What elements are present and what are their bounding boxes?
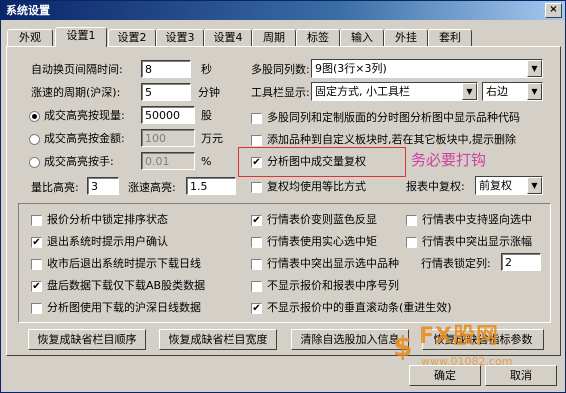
refresh-unit: 秒 (201, 63, 212, 76)
ab-only-label: 盘后数据下载仅下载AB股类数据 (47, 279, 206, 292)
blue-invert-label: 行情表价变则蓝色反显 (267, 213, 377, 226)
clear-watchlist-info-button[interactable]: 清除自选股加入信息 (291, 329, 409, 350)
surge-period-input[interactable]: 5 (141, 83, 191, 101)
watermark-brand: FX股网 (419, 324, 499, 349)
volume-ratio-input[interactable]: 3 (87, 177, 119, 195)
tab-period[interactable]: 周期 (252, 29, 296, 47)
surge-highlight-label: 涨速高亮: (128, 181, 176, 194)
proportional-adjust-label: 复权均使用等比方式 (267, 180, 366, 193)
volume-input[interactable]: 50000 (141, 106, 195, 124)
restore-column-width-button[interactable]: 恢复成缺省栏目宽度 (159, 329, 277, 350)
refresh-label: 自动换页间隔时间: (31, 63, 123, 76)
radio-volume-label: 成交高亮按现量: (44, 109, 125, 122)
chevron-down-icon[interactable]: ▼ (527, 177, 542, 194)
tab-arbitrage[interactable]: 套利 (428, 29, 472, 47)
lock-sort-checkbox[interactable] (31, 215, 42, 226)
restore-column-order-button[interactable]: 恢复成缺省栏目顺序 (28, 329, 146, 350)
solid-select-checkbox[interactable] (251, 237, 262, 248)
watermark-url: www.01082.com (421, 355, 513, 368)
tab-settings3[interactable]: 设置3 (156, 29, 204, 47)
tab-settings4[interactable]: 设置4 (204, 29, 252, 47)
lock-column-label: 行情表锁定列: (421, 257, 491, 270)
tab-appearance[interactable]: 外观 (7, 29, 53, 47)
report-adjust-select[interactable]: 前复权 ▼ (475, 176, 543, 195)
chevron-down-icon[interactable]: ▼ (527, 83, 542, 100)
use-daily-data-label: 分析图使用下载的沪深日线数据 (47, 301, 201, 314)
volume-adjust-checkbox[interactable]: ✔ (251, 157, 262, 168)
tab-settings1[interactable]: 设置1 (55, 27, 107, 47)
radio-hand-label: 成交高亮按手: (44, 155, 114, 168)
use-daily-data-checkbox[interactable] (31, 303, 42, 314)
radio-amount-label: 成交高亮按金额: (44, 132, 125, 145)
highlight-selected-checkbox[interactable] (251, 259, 262, 270)
proportional-adjust-checkbox[interactable] (251, 182, 262, 193)
exit-confirm-label: 退出系统时提示用户确认 (47, 235, 168, 248)
prompt-delete-checkbox[interactable] (251, 135, 262, 146)
cancel-button[interactable]: 取消 (485, 365, 557, 386)
close-icon[interactable]: × (545, 3, 562, 18)
solid-select-label: 行情表使用实心选中矩 (267, 235, 377, 248)
hide-scrollbar-checkbox[interactable]: ✔ (251, 303, 262, 314)
radio-amount[interactable] (29, 134, 40, 145)
report-adjust-label: 报表中复权: (406, 180, 465, 193)
amount-unit: 万元 (201, 132, 223, 145)
highlight-change-label: 行情表中突出显示涨幅 (422, 235, 532, 248)
blue-invert-checkbox[interactable]: ✔ (251, 215, 262, 226)
toolbar-label: 工具栏显示: (251, 86, 310, 99)
highlight-selected-label: 行情表中突出显示选中品种 (267, 257, 399, 270)
tab-settings2[interactable]: 设置2 (108, 29, 156, 47)
chevron-down-icon[interactable]: ▼ (462, 83, 477, 100)
volume-ratio-label: 量比高亮: (31, 181, 79, 194)
multi-stock-select[interactable]: 9图(3行×3列) ▼ (311, 59, 543, 78)
surge-period-label: 涨速的周期(沪深): (31, 86, 121, 99)
refresh-input[interactable]: 8 (141, 60, 191, 78)
radio-volume[interactable] (29, 111, 40, 122)
exit-confirm-checkbox[interactable]: ✔ (31, 237, 42, 248)
title-bar[interactable]: 系统设置 × (1, 1, 565, 20)
hide-serial-label: 不显示报价和报表中序号列 (267, 279, 399, 292)
surge-highlight-input[interactable]: 1.5 (186, 177, 236, 195)
show-code-checkbox[interactable] (251, 113, 262, 124)
surge-period-unit: 分钟 (198, 86, 220, 99)
annotation-text: 务必要打钩 (411, 151, 487, 169)
chevron-down-icon[interactable]: ▼ (527, 60, 542, 77)
toolbar-value: 固定方式, 小工具栏 (315, 85, 410, 98)
ab-only-checkbox[interactable]: ✔ (31, 281, 42, 292)
multi-stock-label: 多股同列数: (251, 63, 310, 76)
radio-hand[interactable] (29, 157, 40, 168)
vertical-select-label: 行情表中支持竖向选中 (422, 213, 532, 226)
hand-input[interactable]: 0.01 (141, 152, 195, 170)
show-code-label: 多股同列和定制版面的分时图分析图中显示品种代码 (267, 111, 520, 124)
highlight-change-checkbox[interactable] (406, 237, 417, 248)
vertical-select-checkbox[interactable] (406, 215, 417, 226)
volume-unit: 股 (201, 109, 212, 122)
lock-sort-label: 报价分析中锁定排序状态 (47, 213, 168, 226)
hide-serial-checkbox[interactable] (251, 281, 262, 292)
watermark-logo-icon: $ (393, 330, 413, 363)
hand-unit: % (201, 155, 212, 168)
lock-column-input[interactable]: 2 (501, 253, 541, 271)
amount-input[interactable]: 100 (141, 129, 195, 147)
tab-plugin[interactable]: 外挂 (384, 29, 428, 47)
window-title: 系统设置 (6, 4, 50, 17)
ok-button[interactable]: 确定 (409, 365, 481, 386)
hide-scrollbar-label: 不显示报价中的垂直滚动条(重进生效) (267, 301, 452, 314)
settings-window: 系统设置 × 外观 设置1 设置2 设置3 设置4 周期 标签 输入 外挂 套利… (0, 0, 566, 393)
volume-adjust-label: 分析图中成交量复权 (267, 155, 366, 168)
multi-stock-value: 9图(3行×3列) (315, 62, 387, 75)
toolbar-select[interactable]: 固定方式, 小工具栏 ▼ (311, 82, 478, 101)
report-adjust-value: 前复权 (479, 179, 512, 192)
download-prompt-label: 收市后退出系统时提示下载日线 (47, 257, 201, 270)
tab-label[interactable]: 标签 (296, 29, 340, 47)
prompt-delete-label: 添加品种到自定义板块时,若在其它板块中,提示删除 (267, 133, 516, 146)
toolbar-position-value: 右边 (486, 85, 508, 98)
tab-input[interactable]: 输入 (340, 29, 384, 47)
toolbar-position-select[interactable]: 右边 ▼ (482, 82, 543, 101)
download-prompt-checkbox[interactable] (31, 259, 42, 270)
